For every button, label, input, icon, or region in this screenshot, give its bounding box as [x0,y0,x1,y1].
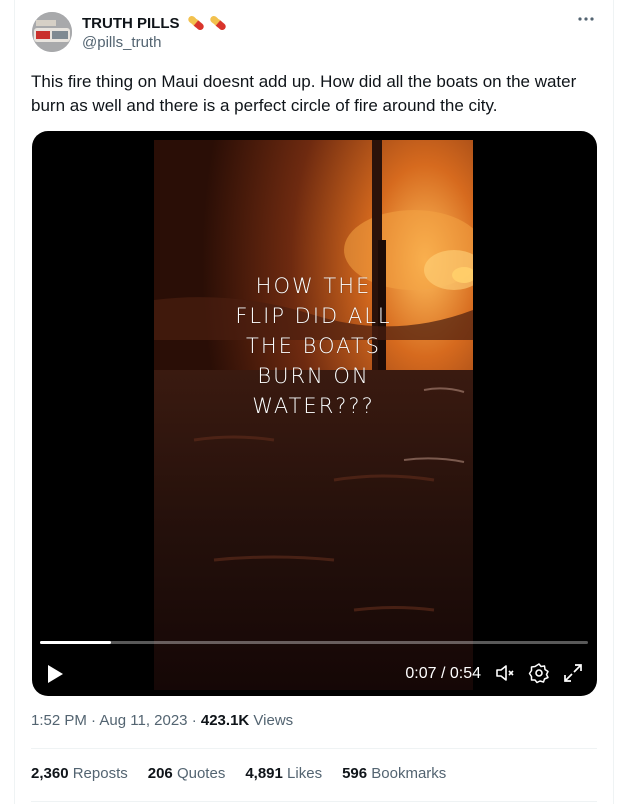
divider [31,748,597,749]
views-count: 423.1K [200,712,250,729]
expand-icon[interactable] [562,662,584,689]
likes-label: Likes [287,765,323,782]
gear-icon[interactable] [528,662,550,689]
quotes-count: 206 [147,765,173,782]
video-player[interactable]: HOW THE FLIP DID ALL THE BOATS BURN ON W… [32,131,597,696]
avatar[interactable] [32,12,72,52]
video-frame[interactable]: HOW THE FLIP DID ALL THE BOATS BURN ON W… [154,140,473,690]
reposts-stat[interactable]: 2,360 Reposts [31,765,128,782]
likes-count: 4,891 [245,765,283,782]
tweet-stats: 2,360 Reposts 206 Quotes 4,891 Likes 596… [31,765,446,782]
tweet-meta: 1:52 PM · Aug 11, 2023 · 423.1K Views [31,712,293,729]
reposts-count: 2,360 [31,765,69,782]
separator: · [191,712,201,729]
video-progress-bar[interactable] [40,641,588,644]
author-name[interactable]: TRUTH PILLS [82,15,180,32]
caption-line: FLIP DID ALL [235,304,392,328]
video-time: 0:07 / 0:54 [405,665,481,682]
views-label: Views [253,712,294,729]
tweet-text: This fire thing on Maui doesnt add up. H… [31,72,577,115]
caption-line: HOW THE [255,274,372,298]
divider [31,801,597,802]
tweet-time[interactable]: 1:52 PM [31,712,87,729]
bookmarks-stat[interactable]: 596 Bookmarks [342,765,446,782]
pill-icon [209,15,226,31]
bookmarks-label: Bookmarks [371,765,447,782]
play-icon[interactable] [46,664,64,689]
quotes-label: Quotes [176,765,226,782]
volume-muted-icon[interactable] [494,662,516,689]
pill-icon [187,15,204,31]
likes-stat[interactable]: 4,891 Likes [245,765,322,782]
author-handle[interactable]: @pills_truth [82,34,161,51]
tweet-date[interactable]: Aug 11, 2023 [99,712,187,729]
more-icon[interactable] [577,10,595,33]
video-progress-fill [40,641,112,644]
author-name-row[interactable]: TRUTH PILLS [82,13,228,33]
caption-line: THE BOATS [246,334,381,358]
video-caption: HOW THE FLIP DID ALL THE BOATS BURN ON W… [154,271,473,421]
caption-line: WATER??? [252,394,375,418]
video-controls: 0:07 / 0:54 [32,656,597,692]
reposts-label: Reposts [72,765,128,782]
quotes-stat[interactable]: 206 Quotes [148,765,226,782]
bookmarks-count: 596 [342,765,368,782]
caption-line: BURN ON [257,364,370,388]
